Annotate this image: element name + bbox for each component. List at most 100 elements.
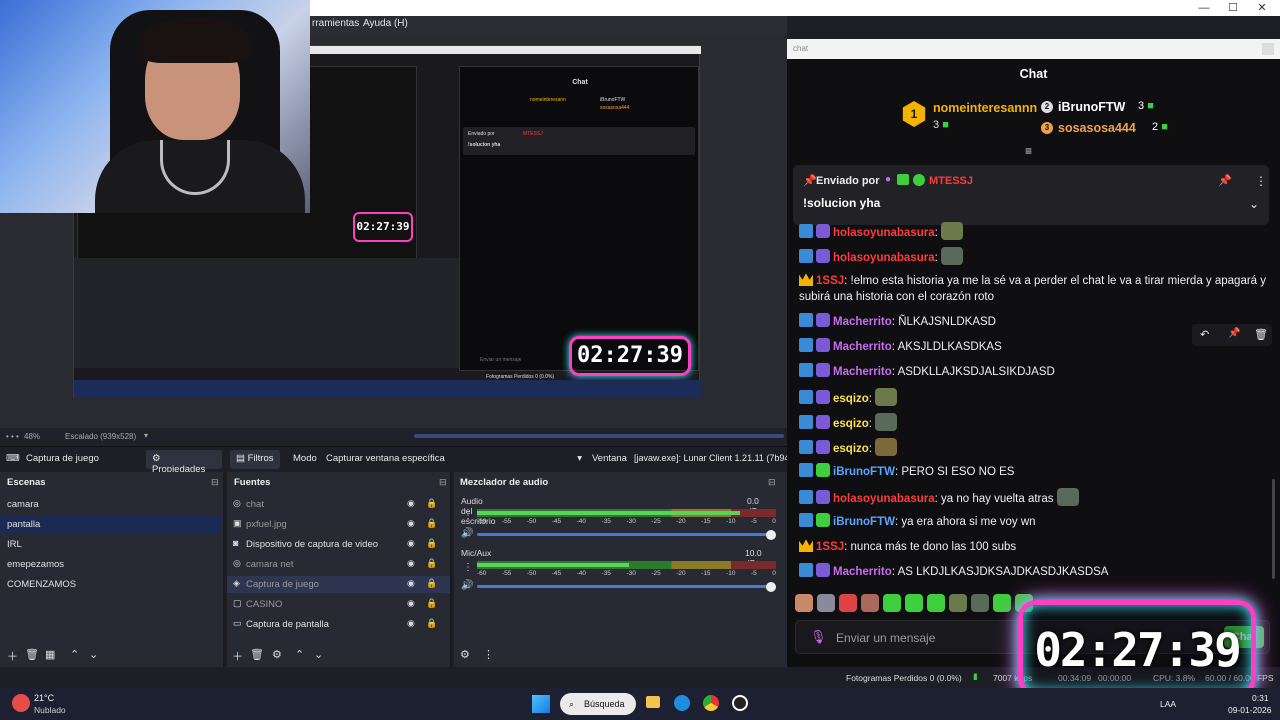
visibility-icon[interactable]: ◉	[407, 558, 415, 569]
mode-select[interactable]: Capturar ventana específica ▾	[322, 450, 586, 469]
mic-icon[interactable]: 🎙	[810, 629, 827, 645]
edge-icon[interactable]	[674, 695, 690, 711]
chat-message[interactable]: holasoyunabasura:	[799, 222, 1269, 241]
chat-message[interactable]: esqizo:	[799, 388, 1269, 407]
lock-icon[interactable]: 🔒	[426, 538, 437, 549]
windows-start-icon[interactable]	[532, 695, 550, 713]
chat-username[interactable]: esqizo	[833, 393, 869, 405]
menu-tools[interactable]: rramientas	[312, 18, 359, 29]
visibility-icon[interactable]: ◉	[407, 538, 415, 549]
add-scene-button[interactable]: ＋	[7, 648, 18, 664]
add-source-button[interactable]: ＋	[232, 648, 243, 664]
clock-date[interactable]: 09-01-2026	[1228, 705, 1271, 715]
pin-icon[interactable]: 📌	[1218, 174, 1232, 187]
chrome-icon[interactable]	[703, 695, 719, 711]
scale-label[interactable]: Escalado (939x528)	[65, 432, 136, 441]
chat-username[interactable]: holasoyunabasura	[833, 227, 935, 239]
obs-icon[interactable]	[732, 695, 748, 711]
mixer-settings-icon[interactable]: ⚙	[460, 648, 470, 661]
desktop-volume-slider[interactable]	[477, 533, 776, 536]
language[interactable]: LAA	[1160, 699, 1176, 709]
source-item[interactable]: ▭ Captura de pantalla ◉ 🔒	[227, 616, 450, 633]
visibility-icon[interactable]: ◉	[407, 518, 415, 529]
more-icon[interactable]: ⋮	[483, 648, 494, 661]
pin-icon[interactable]: 📌	[1228, 328, 1240, 339]
scene-item[interactable]: emepezamos	[0, 556, 221, 573]
zoom-level[interactable]: 48%	[24, 432, 40, 441]
scale-dropdown-icon[interactable]: ▾	[144, 431, 148, 440]
chat-message[interactable]: iBrunoFTW: PERO SI ESO NO ES	[799, 463, 1269, 480]
emote-picker-icon[interactable]	[993, 594, 1011, 612]
desktop-volume-knob[interactable]	[766, 530, 776, 540]
chat-username[interactable]: esqizo	[833, 443, 869, 455]
delete-source-button[interactable]: 🗑	[250, 648, 264, 661]
source-item[interactable]: ▣ pxfuel.jpg ◉ 🔒	[227, 516, 450, 533]
scene-item[interactable]: camara	[0, 496, 221, 513]
chat-username[interactable]: Macherrito	[833, 566, 892, 578]
chat-message[interactable]: 1SSJ: !elmo esta historia ya me la sé va…	[799, 272, 1269, 305]
speaker-icon[interactable]: 🔊	[461, 580, 473, 591]
move-down-button[interactable]: ⌄	[89, 648, 98, 661]
chat-message[interactable]: Macherrito: AS LKDJLKASJDKSAJDKASDJKASDS…	[799, 563, 1269, 580]
chat-input-placeholder[interactable]: Enviar un mensaje	[836, 631, 935, 645]
chat-username[interactable]: iBrunoFTW	[833, 466, 895, 478]
chevron-down-icon[interactable]: ⌄	[1249, 197, 1259, 211]
chat-username[interactable]: Macherrito	[833, 366, 892, 378]
source-item[interactable]: ◈ Captura de juego ◉ 🔒	[227, 576, 450, 593]
reply-icon[interactable]: ↶	[1200, 328, 1209, 341]
mic-volume-knob[interactable]	[766, 582, 776, 592]
maximize-button[interactable]: ☐	[1221, 1, 1245, 15]
chat-message[interactable]: holasoyunabasura:	[799, 247, 1269, 266]
close-button[interactable]: ✕	[1250, 1, 1274, 15]
source-item[interactable]: ◎ chat ◉ 🔒	[227, 496, 450, 513]
source-item[interactable]: ◙ Dispositivo de captura de video ◉ 🔒	[227, 536, 450, 553]
emote-picker-icon[interactable]	[817, 594, 835, 612]
emote-picker-icon[interactable]	[883, 594, 901, 612]
visibility-icon[interactable]: ◉	[407, 578, 415, 589]
move-down-button[interactable]: ⌄	[314, 648, 323, 661]
chat-message[interactable]: iBrunoFTW: ya era ahora si me voy wn	[799, 513, 1269, 530]
scene-item[interactable]: IRL	[0, 536, 221, 553]
chat-username[interactable]: holasoyunabasura	[833, 493, 935, 505]
preview-scrollbar[interactable]	[414, 434, 784, 438]
visibility-icon[interactable]: ◉	[407, 598, 415, 609]
lock-icon[interactable]: 🔒	[426, 598, 437, 609]
visibility-icon[interactable]: ◉	[407, 618, 415, 629]
lock-icon[interactable]: 🔒	[426, 558, 437, 569]
chat-message[interactable]: esqizo:	[799, 438, 1269, 457]
taskbar-search[interactable]: ⌕ Búsqueda	[560, 693, 636, 715]
weather-text[interactable]: Nublado	[34, 705, 66, 715]
mic-volume-slider[interactable]	[477, 585, 776, 588]
emote-picker-icon[interactable]	[861, 594, 879, 612]
menu-help[interactable]: Ayuda (H)	[363, 18, 408, 29]
channel-menu-icon[interactable]: ⋮	[463, 510, 473, 521]
move-up-button[interactable]: ⌃	[295, 648, 304, 661]
emote-picker-icon[interactable]	[905, 594, 923, 612]
speaker-icon[interactable]: 🔊	[461, 528, 473, 539]
dock-icon[interactable]: ⊟	[439, 477, 447, 488]
lock-icon[interactable]: 🔒	[426, 578, 437, 589]
emote-picker-icon[interactable]	[949, 594, 967, 612]
chat-message[interactable]: 1SSJ: nunca más te dono las 100 subs	[799, 538, 1269, 555]
emote-picker-icon[interactable]	[795, 594, 813, 612]
lock-icon[interactable]: 🔒	[426, 498, 437, 509]
chat-close-button[interactable]	[1262, 43, 1274, 55]
chat-message[interactable]: holasoyunabasura: ya no hay vuelta atras	[799, 488, 1269, 507]
source-settings-button[interactable]: ⚙	[272, 648, 282, 661]
chat-username[interactable]: esqizo	[833, 418, 869, 430]
file-explorer-icon[interactable]	[646, 696, 660, 708]
channel-menu-icon[interactable]: ⋮	[463, 562, 473, 573]
scene-filters-button[interactable]: ▦	[45, 648, 55, 661]
emote-picker-icon[interactable]	[927, 594, 945, 612]
clock-time[interactable]: 0:31	[1252, 693, 1269, 703]
chat-message[interactable]: Macherrito: ASDKLLAJKSDJALSIKDJASD	[799, 363, 1269, 380]
more-icon[interactable]: ⋮	[1255, 174, 1267, 188]
delete-scene-button[interactable]: 🗑	[25, 648, 39, 661]
lock-icon[interactable]: 🔒	[426, 518, 437, 529]
source-item[interactable]: ◎ camara net ◉ 🔒	[227, 556, 450, 573]
move-up-button[interactable]: ⌃	[70, 648, 79, 661]
chat-username[interactable]: Macherrito	[833, 316, 892, 328]
chat-username[interactable]: holasoyunabasura	[833, 252, 935, 264]
dock-icon[interactable]: ⊟	[211, 477, 219, 488]
window-select[interactable]: [javaw.exe]: Lunar Client 1.21.11 (7b94c	[630, 450, 787, 469]
